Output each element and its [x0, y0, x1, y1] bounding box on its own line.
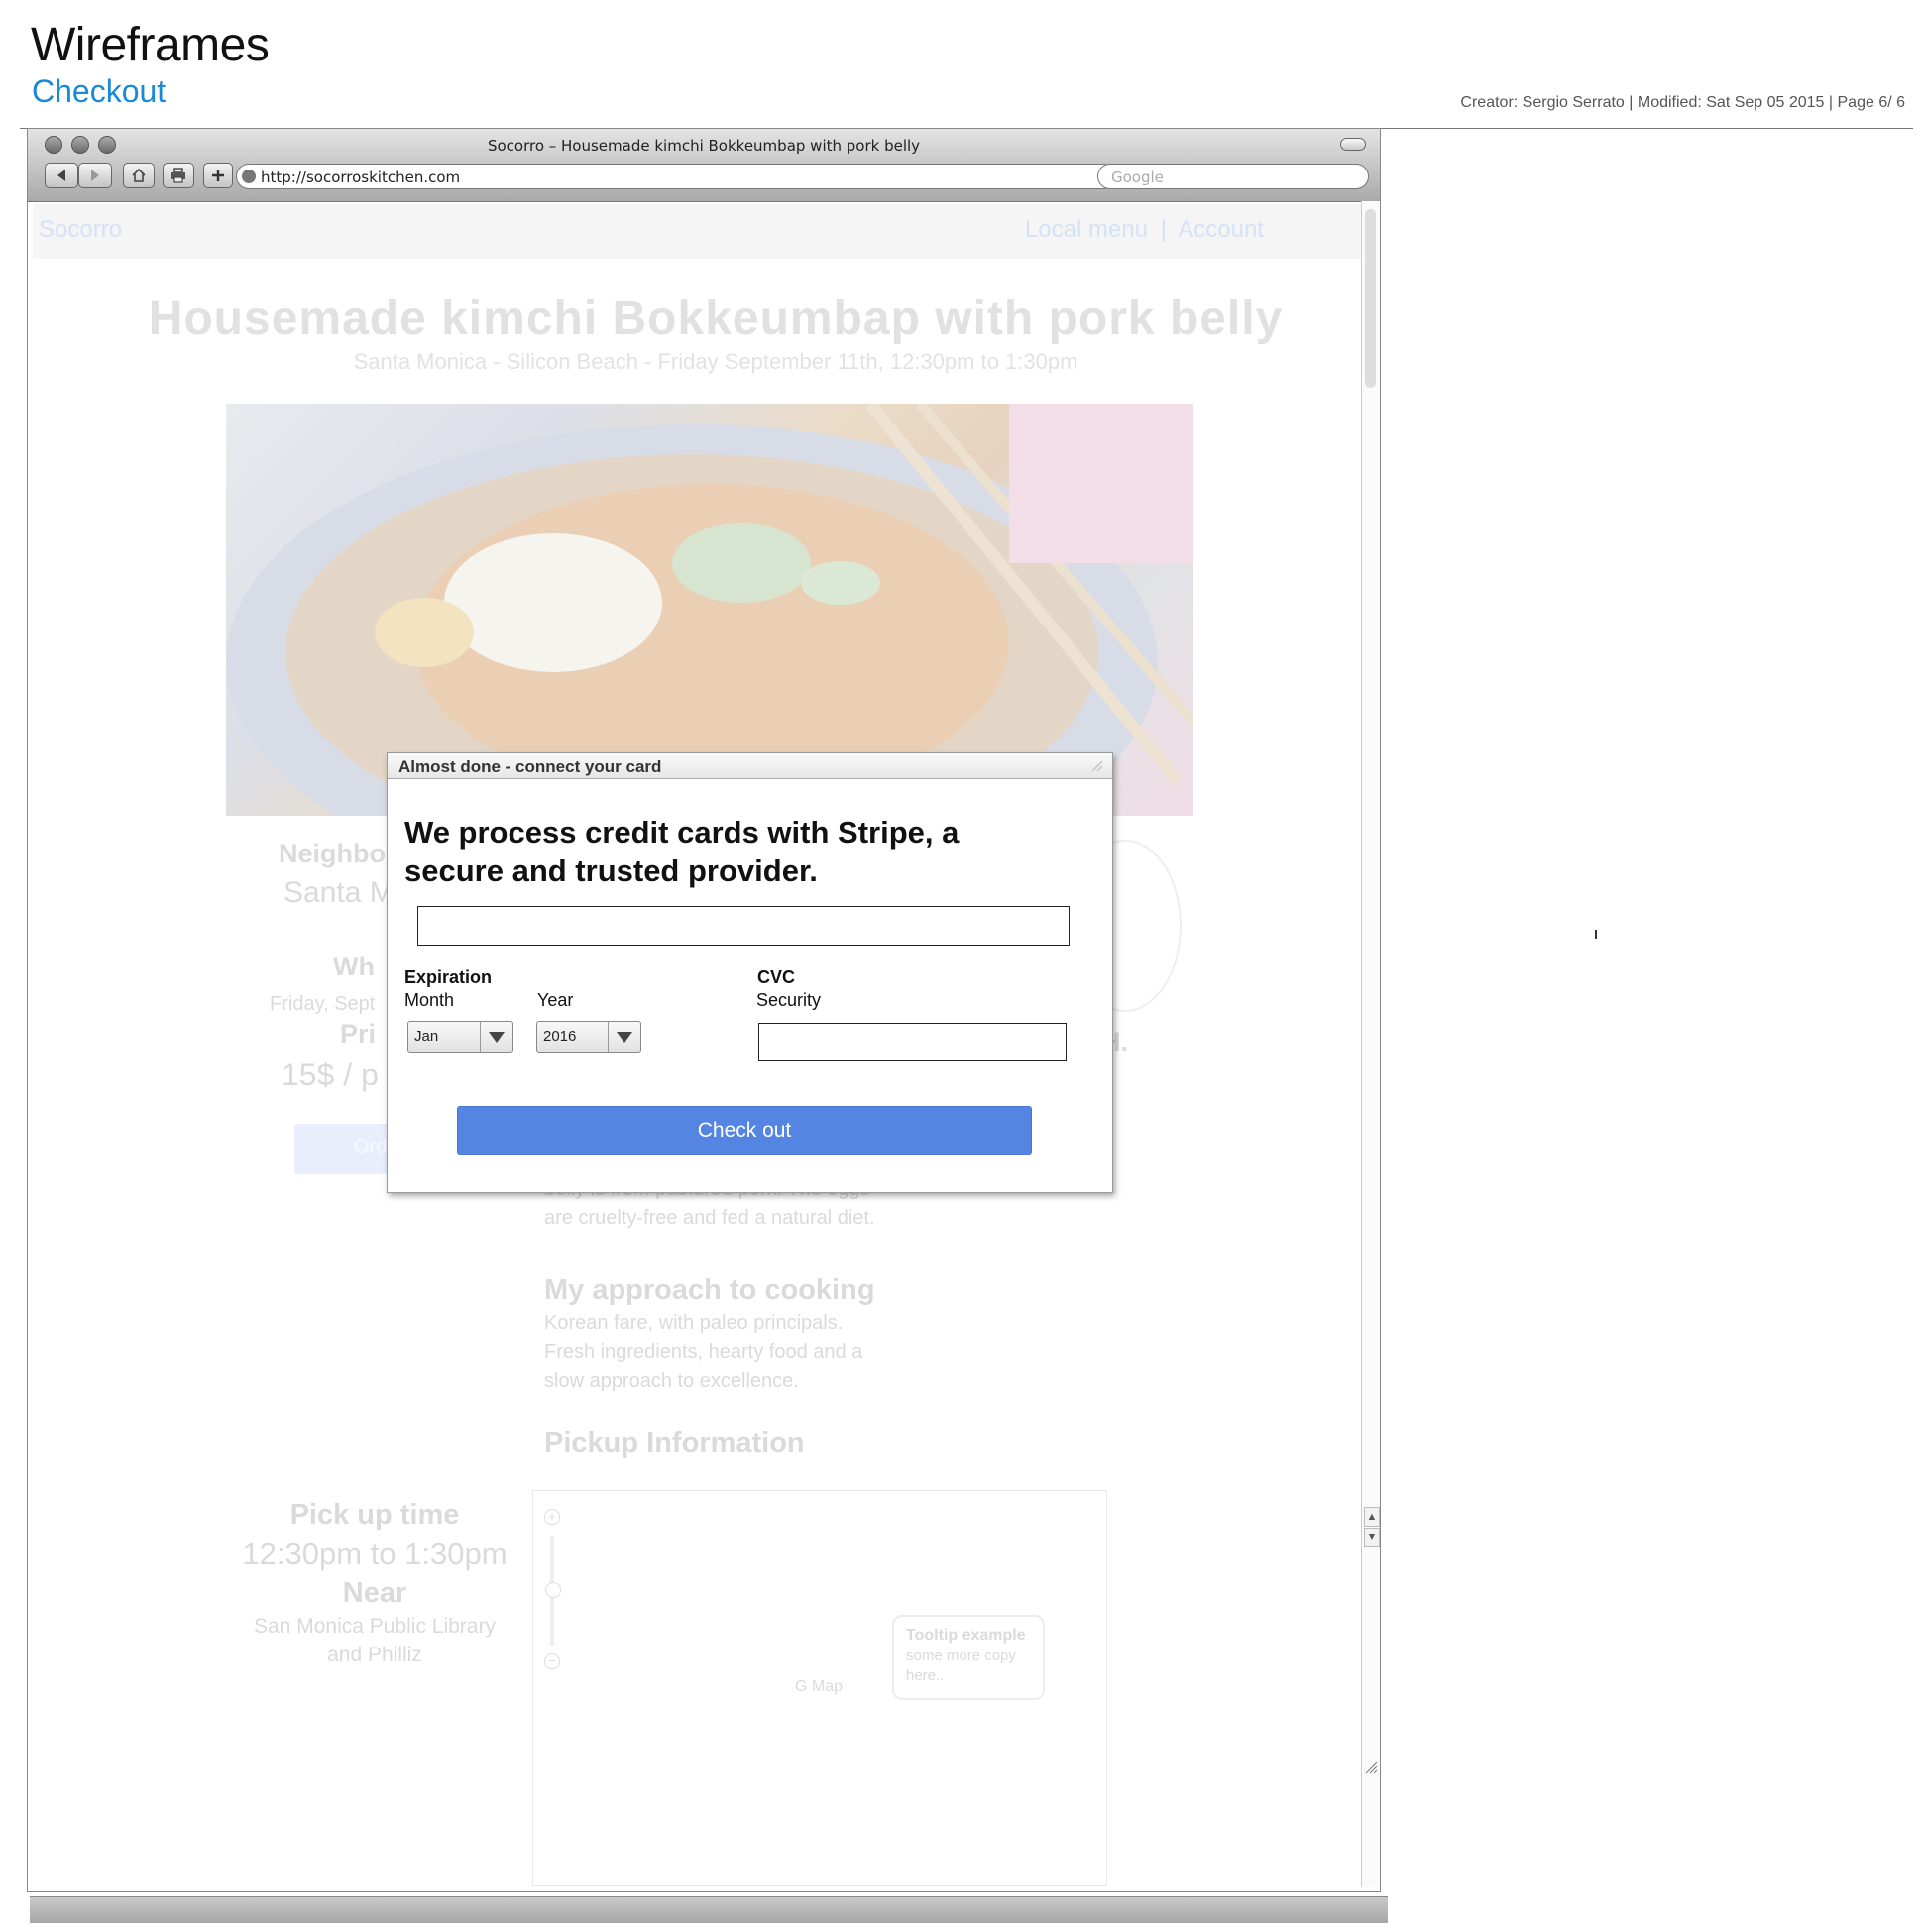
browser-titlebar: Socorro – Housemade kimchi Bokkeumbap wi…: [28, 129, 1380, 202]
approach-heading: My approach to cooking: [544, 1274, 875, 1306]
modal-title: Almost done - connect your card: [398, 757, 662, 776]
expiration-label: Expiration: [404, 967, 493, 987]
browser-status-bar: [30, 1896, 1388, 1923]
month-select-button[interactable]: [480, 1022, 512, 1052]
zoom-out-icon[interactable]: −: [544, 1653, 560, 1669]
cvc-input[interactable]: [758, 1023, 1067, 1061]
nav-separator: |: [1160, 216, 1167, 243]
scroll-down-arrow-icon[interactable]: ▼: [1364, 1528, 1380, 1547]
approach-line: slow approach to excellence.: [544, 1370, 799, 1392]
address-bar[interactable]: http://socorroskitchen.com: [236, 164, 1116, 189]
vertical-scrollbar[interactable]: ▲ ▼: [1361, 201, 1380, 1887]
month-label: Month: [404, 990, 455, 1010]
nav-link-account[interactable]: Account: [1178, 216, 1264, 243]
print-button[interactable]: [163, 163, 194, 188]
url-text: http://socorroskitchen.com: [261, 169, 461, 186]
approach-line: Korean fare, with paleo principals.: [544, 1312, 844, 1334]
year-select-button[interactable]: [608, 1022, 640, 1052]
map-widget[interactable]: + − G Map Tooltip example some more copy…: [532, 1490, 1107, 1886]
back-icon: [57, 170, 65, 181]
forward-icon: [91, 170, 99, 181]
tooltip-line: here..: [906, 1667, 945, 1684]
site-navbar: Socorro Local menu | Account: [33, 204, 1363, 259]
dish-title: Housemade kimchi Bokkeumbap with pork be…: [148, 292, 1284, 345]
chevron-down-icon: [489, 1032, 505, 1043]
when-label: Wh: [333, 952, 375, 981]
add-bookmark-button[interactable]: [203, 163, 233, 188]
print-icon: [171, 168, 185, 183]
checkout-modal: Almost done - connect your card We proce…: [387, 752, 1113, 1193]
forward-button[interactable]: [78, 163, 112, 188]
globe-icon: [242, 170, 256, 183]
checkout-button[interactable]: Check out: [457, 1106, 1032, 1155]
pickup-heading: Pickup Information: [544, 1427, 805, 1459]
price-label: Pri: [340, 1019, 377, 1049]
home-button[interactable]: [123, 163, 155, 188]
nav-links: Local menu | Account: [1025, 216, 1264, 244]
scroll-up-arrow-icon[interactable]: ▲: [1364, 1507, 1380, 1527]
stray-mark: [1595, 930, 1597, 939]
modal-heading: We process credit cards with Stripe, a s…: [404, 815, 960, 888]
dish-subtitle: Santa Monica - Silicon Beach - Friday Se…: [353, 349, 1078, 374]
map-label: G Map: [795, 1678, 844, 1695]
zoom-in-icon[interactable]: +: [544, 1509, 560, 1525]
home-icon: [132, 168, 146, 182]
tooltip-line: some more copy: [906, 1648, 1016, 1664]
year-select[interactable]: 2016: [536, 1021, 641, 1053]
month-select[interactable]: Jan: [407, 1021, 513, 1053]
add-icon: [212, 170, 224, 181]
page-subtitle: Checkout: [32, 73, 167, 109]
year-select-value: 2016: [543, 1028, 577, 1045]
order-button-label: Ord: [354, 1136, 388, 1158]
neighborhood-value: Santa M: [283, 876, 395, 909]
toolbar-toggle-button[interactable]: [1340, 138, 1366, 151]
tooltip-title: Tooltip example: [906, 1627, 1026, 1644]
chevron-down-icon: [617, 1032, 632, 1043]
description-line: are cruelty-free and fed a natural diet.: [544, 1207, 875, 1229]
search-input[interactable]: Google: [1097, 164, 1369, 189]
document-meta: Creator: Sergio Serrato | Modified: Sat …: [1460, 94, 1905, 111]
month-select-value: Jan: [414, 1028, 439, 1045]
price-value: 15$ / p: [282, 1057, 379, 1092]
page-title: Wireframes: [31, 19, 270, 71]
when-value: Friday, Sept: [270, 993, 376, 1015]
resize-icon[interactable]: [1090, 759, 1104, 773]
scrollbar-thumb[interactable]: [1365, 209, 1376, 388]
zoom-slider-handle[interactable]: [545, 1582, 561, 1598]
cvc-label: CVC: [757, 967, 796, 987]
back-button[interactable]: [45, 163, 78, 188]
site-logo[interactable]: Socorro: [39, 216, 122, 244]
card-number-input[interactable]: [417, 906, 1070, 946]
security-label: Security: [756, 990, 822, 1010]
map-tooltip: Tooltip example some more copy here..: [892, 1615, 1045, 1700]
year-label: Year: [537, 990, 574, 1010]
search-placeholder: Google: [1111, 169, 1164, 186]
approach-line: Fresh ingredients, hearty food and a: [544, 1341, 863, 1363]
modal-header: Almost done - connect your card: [388, 753, 1112, 779]
nav-link-local-menu[interactable]: Local menu: [1025, 216, 1148, 243]
resize-grip-icon[interactable]: [1364, 1761, 1378, 1774]
window-title: Socorro – Housemade kimchi Bokkeumbap wi…: [487, 137, 921, 155]
neighborhood-label: Neighbo: [279, 839, 386, 868]
